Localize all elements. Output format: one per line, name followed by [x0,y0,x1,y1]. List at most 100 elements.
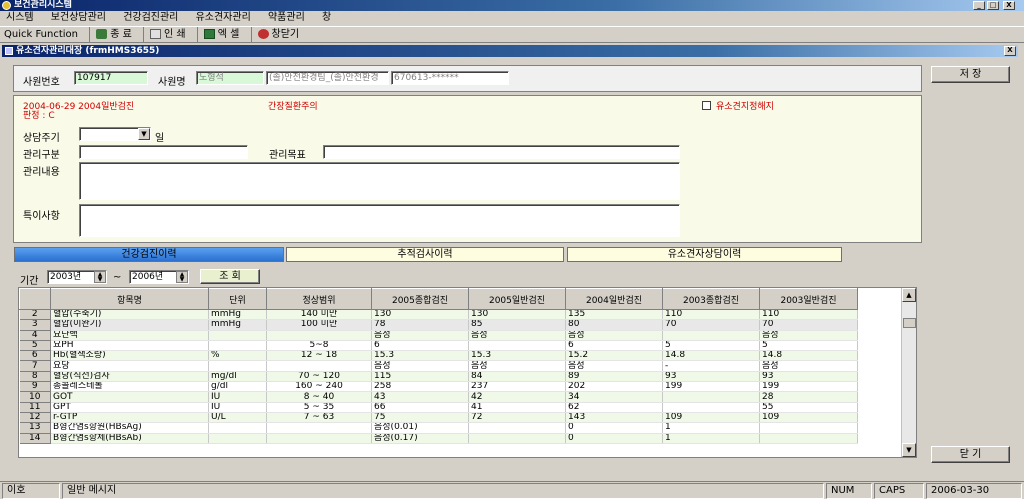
table-row[interactable]: 7 요당 음성 음성 음성 - 음성 [19,360,858,372]
table-cell[interactable]: B형간염s항체(HBsAb) [50,433,209,444]
table-cell[interactable]: 6 [565,340,663,352]
table-cell[interactable]: 14.8 [759,350,858,362]
tab-counsel-history[interactable]: 유소견자상담이력 [567,247,842,262]
table-cell[interactable]: mmHg [208,309,267,321]
grid-header[interactable]: 2003일반검진 [759,288,858,310]
release-checkbox[interactable] [702,101,711,110]
grid-scrollbar[interactable]: ▲ ▼ [901,288,916,457]
table-cell[interactable] [662,391,760,403]
table-cell[interactable]: g/dl [208,381,267,393]
table-cell[interactable]: 70 [759,319,858,331]
table-cell[interactable]: 160 ~ 240 [266,381,372,393]
table-cell[interactable] [266,360,372,372]
table-cell[interactable]: 78 [371,319,469,331]
table-cell[interactable] [208,360,267,372]
table-cell[interactable]: 음성(0.17) [371,433,469,444]
table-cell[interactable]: IU [208,402,267,413]
table-cell[interactable]: 1 [662,433,760,444]
table-cell[interactable] [208,422,267,434]
table-cell[interactable]: 80 [565,319,663,331]
table-cell[interactable]: GOT [50,391,209,403]
table-cell[interactable]: 0 [565,422,663,434]
table-cell[interactable]: 음성 [468,360,566,372]
chevron-down-icon[interactable]: ▼ [138,128,150,140]
table-cell[interactable]: 85 [468,319,566,331]
table-cell[interactable] [759,433,858,444]
table-cell[interactable]: 15.3 [371,350,469,362]
table-cell[interactable]: 8 ~ 40 [266,391,372,403]
table-row[interactable]: 9 총콜레스테롤 g/dl 160 ~ 240 258 237 202 199 199 [19,381,858,393]
table-cell[interactable]: 130 [468,309,566,321]
grid-header[interactable]: 2003종합검진 [662,288,760,310]
scroll-up-icon[interactable]: ▲ [902,288,916,302]
table-row[interactable]: 2 혈압(수축기) mmHg 140 미만 130 130 135 110 110 [19,309,858,321]
table-cell[interactable]: 42 [468,391,566,403]
table-cell[interactable]: 199 [759,381,858,393]
table-cell[interactable] [468,422,566,434]
table-cell[interactable]: 41 [468,402,566,413]
save-button[interactable]: 저 장 [931,66,1010,83]
table-cell[interactable]: 110 [759,309,858,321]
table-row[interactable]: 14 B형간염s항체(HBsAb) 음성(0.17) 0 1 [19,433,858,444]
exit-button[interactable]: 종 료 [89,27,132,42]
table-cell[interactable]: 음성 [565,330,663,341]
employee-id-field[interactable]: 107917 [74,71,148,85]
mgmt-type-field[interactable] [79,145,248,159]
spin-icon[interactable]: ▲ ▼ [94,271,106,283]
table-cell[interactable]: 115 [371,371,469,383]
table-row[interactable]: 13 B형간염s항원(HBsAg) 음성(0.01) 0 1 [19,422,858,434]
table-cell[interactable]: 5~8 [266,340,372,352]
table-row[interactable]: 3 혈압(이완기) mmHg 100 미만 78 85 80 70 70 [19,319,858,331]
table-cell[interactable] [759,422,858,434]
table-cell[interactable]: 202 [565,381,663,393]
table-cell[interactable]: 혈압(수축기) [50,309,209,321]
table-cell[interactable]: 5 [662,340,760,352]
grid-header[interactable]: 정상범위 [266,288,372,310]
tab-followup-history[interactable]: 추적검사이력 [286,247,564,262]
table-cell[interactable]: 100 미만 [266,319,372,331]
mgmt-goal-field[interactable] [323,145,680,159]
table-cell[interactable]: 75 [371,412,469,424]
menu-finding[interactable]: 유소견자관리 [196,12,251,23]
table-cell[interactable]: 음성 [759,330,858,341]
table-cell[interactable]: 109 [759,412,858,424]
table-cell[interactable]: U/L [208,412,267,424]
grid-header[interactable]: 2005종합검진 [371,288,469,310]
table-cell[interactable]: 62 [565,402,663,413]
search-button[interactable]: 조 회 [200,269,260,284]
table-cell[interactable]: mg/dl [208,371,267,383]
table-cell[interactable]: 109 [662,412,760,424]
table-cell[interactable]: 음성 [371,360,469,372]
table-cell[interactable]: - [662,360,760,372]
table-cell[interactable]: IU [208,391,267,403]
mgmt-content-field[interactable] [79,162,680,200]
table-row[interactable]: 11 GPT IU 5 ~ 35 66 41 62 55 [19,402,858,413]
table-cell[interactable]: 89 [565,371,663,383]
table-cell[interactable] [662,402,760,413]
table-cell[interactable]: 5 ~ 35 [266,402,372,413]
table-cell[interactable]: 음성 [759,360,858,372]
table-row[interactable]: 6 Hb(혈색소량)% 12 ~ 18 15.3 15.3 15.2 14.8 14.8 [19,350,858,362]
table-cell[interactable]: 총콜레스테롤 [50,381,209,393]
table-cell[interactable]: 110 [662,309,760,321]
table-cell[interactable]: 음성 [565,360,663,372]
table-cell[interactable]: 6 [371,340,469,352]
scroll-thumb[interactable] [903,318,916,328]
table-cell[interactable]: 음성(0.01) [371,422,469,434]
table-cell[interactable]: 140 미만 [266,309,372,321]
table-cell[interactable]: % [208,350,267,362]
close-form-button[interactable]: 닫 기 [931,446,1010,463]
table-cell[interactable]: r-GTP [50,412,209,424]
table-cell[interactable]: GPT [50,402,209,413]
table-cell[interactable] [266,422,372,434]
close-window-button[interactable]: 창닫기 [250,27,299,42]
child-close-button[interactable]: X [1004,46,1016,56]
table-cell[interactable]: 요PH [50,340,209,352]
table-cell[interactable]: 135 [565,309,663,321]
table-cell[interactable]: 93 [662,371,760,383]
table-cell[interactable]: 143 [565,412,663,424]
close-button[interactable]: X [1003,1,1015,10]
restore-button[interactable]: □ [987,1,999,10]
table-cell[interactable]: B형간염s항원(HBsAg) [50,422,209,434]
table-cell[interactable]: 84 [468,371,566,383]
